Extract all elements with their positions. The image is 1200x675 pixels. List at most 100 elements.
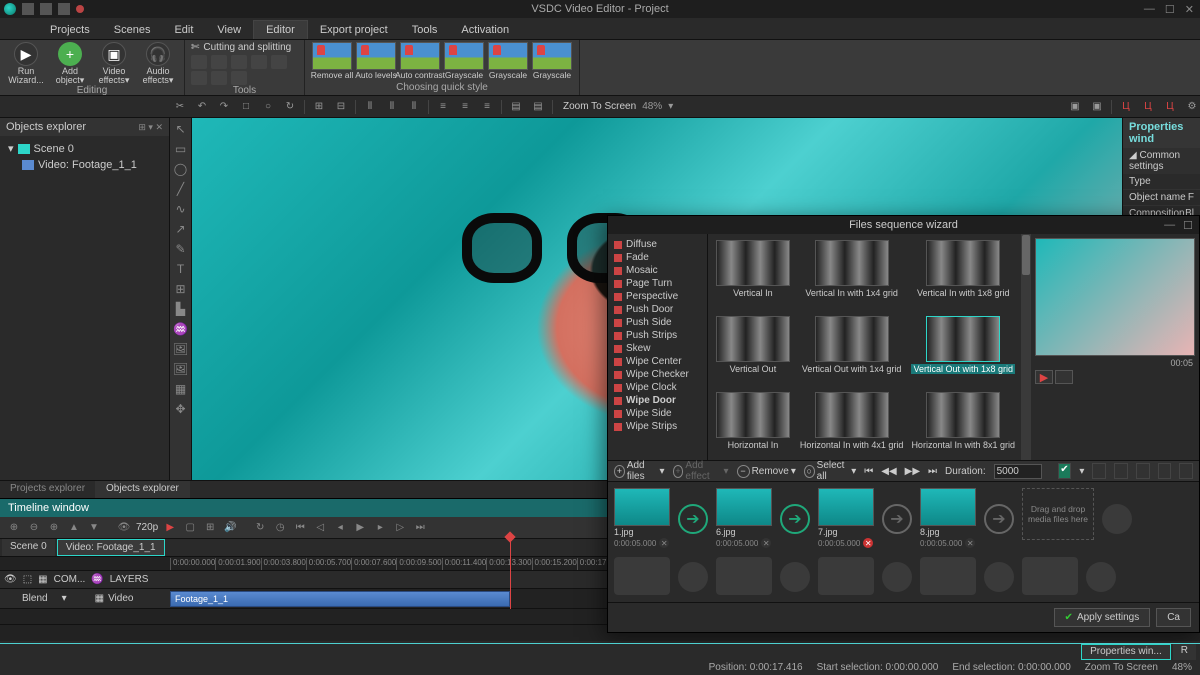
play-icon[interactable]: ▶ — [162, 520, 178, 536]
layer-icon[interactable]: ▤ — [530, 99, 546, 115]
quick-style-auto-contrast[interactable]: Auto contrast — [399, 42, 441, 80]
cut-icon[interactable]: ✂ — [172, 99, 188, 115]
tree-video-item[interactable]: Video: Footage_1_1 — [4, 157, 165, 173]
skip-start-icon[interactable]: ⏮ — [292, 520, 308, 536]
menu-export[interactable]: Export project — [308, 21, 400, 39]
delete-icon[interactable]: ✕ — [761, 538, 771, 548]
pen-icon[interactable]: ✎ — [170, 240, 191, 258]
sequence-thumb[interactable]: 1.jpg0:00:05.000 ✕ — [614, 488, 670, 549]
prev-icon[interactable]: ◀◀ — [881, 466, 896, 477]
effect-preset[interactable]: Horizontal In with 8x1 grid — [911, 392, 1015, 460]
skip-start-icon[interactable]: ⏮ — [864, 466, 873, 477]
line-icon[interactable]: ╱ — [170, 180, 191, 198]
next-icon[interactable]: ▶▶ — [905, 466, 920, 477]
quick-icon[interactable] — [22, 3, 34, 15]
effect-list-item[interactable]: Push Strips — [610, 329, 705, 342]
menu-scenes[interactable]: Scenes — [102, 21, 163, 39]
square-icon[interactable]: □ — [238, 99, 254, 115]
arrow-right-icon[interactable]: ➔ — [984, 504, 1014, 534]
prop-row[interactable]: Type — [1123, 174, 1200, 190]
effect-preset[interactable]: Vertical In — [714, 240, 792, 310]
chart-icon[interactable]: ▙ — [170, 300, 191, 318]
quick-icon[interactable] — [40, 3, 52, 15]
record-icon[interactable] — [76, 5, 84, 13]
ellipse-icon[interactable]: ◯ — [170, 160, 191, 178]
effect-preset[interactable]: Horizontal In — [714, 392, 792, 460]
apply-settings-button[interactable]: Apply settings — [1054, 608, 1151, 627]
quick-style-grayscale[interactable]: Grayscale — [531, 42, 573, 80]
scrollbar[interactable] — [1021, 234, 1031, 460]
minimize-icon[interactable]: — — [1164, 219, 1175, 232]
quick-style-remove-all[interactable]: Remove all — [311, 42, 353, 80]
effect-list-item[interactable]: Wipe Strips — [610, 420, 705, 433]
minimize-icon[interactable]: — — [1144, 3, 1155, 16]
effect-list-item[interactable]: Skew — [610, 342, 705, 355]
eye-icon[interactable]: 👁 — [4, 574, 17, 585]
menu-activation[interactable]: Activation — [449, 21, 521, 39]
select-all-button[interactable]: ○Select all ▾ — [804, 460, 856, 482]
arrow-right-icon[interactable]: ➔ — [780, 504, 810, 534]
align-icon[interactable]: ⊞ — [311, 99, 327, 115]
effect-list-item[interactable]: Wipe Clock — [610, 381, 705, 394]
play-icon[interactable]: ▶ — [352, 520, 368, 536]
display-icon[interactable]: ▢ — [182, 520, 198, 536]
status-tab-properties[interactable]: Properties win... — [1081, 644, 1171, 660]
sequence-thumb[interactable]: 6.jpg0:00:05.000 ✕ — [716, 488, 772, 549]
effect-preset[interactable]: Vertical Out with 1x4 grid — [800, 316, 904, 386]
redo-icon[interactable]: ↷ — [216, 99, 232, 115]
distribute-icon[interactable]: ≡ — [435, 99, 451, 115]
tool-icon[interactable] — [231, 71, 247, 85]
effect-preset[interactable]: Vertical In with 1x4 grid — [800, 240, 904, 310]
image-icon[interactable]: 🖼 — [170, 360, 191, 378]
speaker-icon[interactable]: 🔊 — [222, 520, 238, 536]
effect-list-item[interactable]: Push Door — [610, 303, 705, 316]
timeline-tab-video[interactable]: Video: Footage_1_1 — [57, 539, 165, 556]
tool-icon[interactable] — [271, 55, 287, 69]
blend-label[interactable]: Blend — [22, 593, 48, 604]
minus-icon[interactable]: ⊖ — [26, 520, 42, 536]
up-icon[interactable]: ▲ — [66, 520, 82, 536]
grid-icon[interactable]: ⊞ — [170, 280, 191, 298]
duration-input[interactable] — [994, 464, 1042, 479]
group-icon[interactable]: ▣ — [1067, 99, 1083, 115]
arrow-icon[interactable]: ↗ — [170, 220, 191, 238]
remove-button[interactable]: −Remove ▾ — [737, 465, 796, 478]
playhead[interactable] — [510, 537, 511, 609]
clock-icon[interactable]: ◷ — [272, 520, 288, 536]
effect-list-item[interactable]: Fade — [610, 251, 705, 264]
arrow-right-icon[interactable]: ➔ — [678, 504, 708, 534]
layer-label[interactable]: LAYERS — [110, 574, 149, 585]
effect-preset[interactable]: Vertical In with 1x8 grid — [911, 240, 1015, 310]
rotate-icon[interactable] — [1179, 463, 1193, 479]
sequence-thumb[interactable]: 7.jpg0:00:05.000 ✕ — [818, 488, 874, 549]
maximize-icon[interactable]: ☐ — [1165, 3, 1175, 16]
eye-icon[interactable]: 👁 — [116, 520, 132, 536]
prop-section[interactable]: ◢ Common settings — [1123, 148, 1200, 174]
group-icon[interactable]: ▣ — [1089, 99, 1105, 115]
chevron-down-icon[interactable]: ▾ — [1079, 466, 1084, 477]
layer-label[interactable]: COM... — [54, 574, 86, 585]
tool-icon[interactable] — [191, 55, 207, 69]
delete-icon[interactable]: ✕ — [863, 538, 873, 548]
panel-controls[interactable]: ⊞ ▾ ✕ — [138, 122, 163, 133]
adjust-icon[interactable] — [1114, 463, 1128, 479]
plus-icon[interactable]: ⊕ — [6, 520, 22, 536]
chevron-down-icon[interactable]: ▾ — [668, 101, 673, 112]
lock-icon[interactable]: ⬚ — [23, 574, 32, 585]
tab-objects-explorer[interactable]: Objects explorer — [96, 481, 190, 498]
resolution[interactable]: 720p — [136, 522, 158, 533]
pointer-icon[interactable]: ↖ — [170, 120, 191, 138]
plus-icon[interactable]: ⊕ — [46, 520, 62, 536]
tree-scene-item[interactable]: ▾Scene 0 — [4, 140, 165, 157]
u-icon[interactable]: Ц — [1140, 99, 1156, 115]
menu-edit[interactable]: Edit — [162, 21, 205, 39]
quick-style-auto-levels[interactable]: Auto levels — [355, 42, 397, 80]
tab-projects-explorer[interactable]: Projects explorer — [0, 481, 96, 498]
stop-icon[interactable] — [1055, 370, 1073, 384]
distribute-icon[interactable]: ≡ — [457, 99, 473, 115]
crop-icon[interactable] — [1092, 463, 1106, 479]
add-object-button[interactable]: +Addobject▾ — [50, 42, 90, 85]
status-tab-r[interactable]: R — [1173, 644, 1196, 660]
effect-list-item[interactable]: Page Turn — [610, 277, 705, 290]
delete-icon[interactable]: ✕ — [659, 538, 669, 548]
